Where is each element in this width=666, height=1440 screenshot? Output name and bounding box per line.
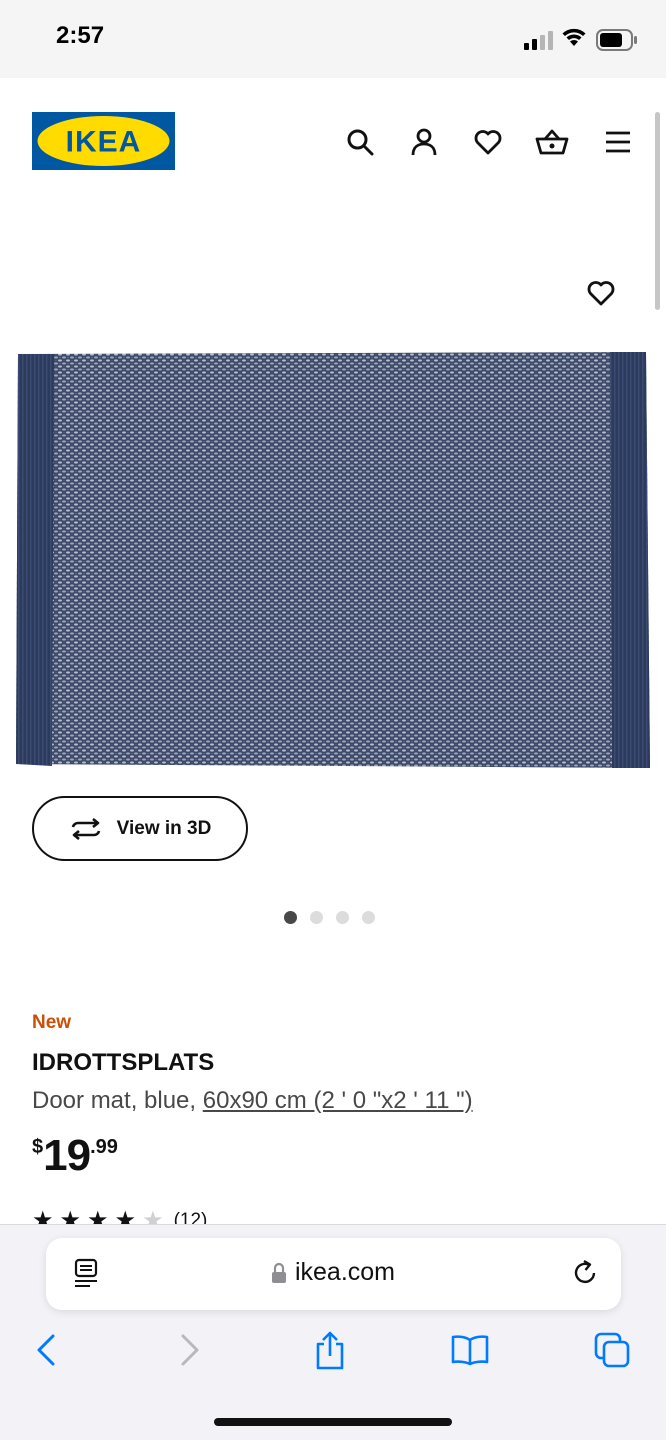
search-icon[interactable] (340, 122, 380, 162)
share-icon (316, 1331, 344, 1370)
product-name: IDROTTSPLATS (32, 1049, 215, 1076)
forward-button[interactable] (168, 1328, 212, 1372)
rotate-3d-icon (71, 817, 100, 840)
price-integer: 19 (43, 1131, 91, 1180)
product-price: $ 19 .99 (32, 1132, 118, 1180)
view-in-3d-label: View in 3D (116, 817, 212, 839)
price-currency: $ (32, 1136, 44, 1158)
view-in-3d-button[interactable]: View in 3D (32, 796, 248, 861)
battery-icon (596, 29, 637, 51)
bookmarks-icon (451, 1335, 489, 1366)
logo-text: IKEA (66, 126, 142, 159)
status-time: 2:57 (56, 22, 105, 49)
forward-icon (181, 1334, 199, 1366)
tabs-icon (594, 1332, 630, 1368)
cellular-signal-icon (524, 31, 553, 50)
carousel-dot[interactable] (284, 911, 297, 924)
price-decimal: .99 (90, 1136, 118, 1158)
carousel-dot[interactable] (362, 911, 375, 924)
tabs-button[interactable] (590, 1328, 634, 1372)
ikea-logo[interactable]: IKEA (32, 112, 175, 170)
add-to-favorites-button[interactable] (580, 272, 622, 314)
new-badge: New (32, 1012, 72, 1033)
scrollbar[interactable] (655, 112, 660, 310)
product-description: Door mat, blue, 60x90 cm (2 ' 0 "x2 ' 11… (32, 1087, 473, 1115)
lock-icon (271, 1262, 286, 1283)
carousel-dot[interactable] (310, 911, 323, 924)
account-icon[interactable] (404, 122, 444, 162)
home-indicator[interactable] (214, 1418, 452, 1426)
bookmarks-button[interactable] (448, 1328, 492, 1372)
cart-icon[interactable] (532, 122, 572, 162)
carousel-dot[interactable] (336, 911, 349, 924)
back-button[interactable] (24, 1328, 68, 1372)
wifi-icon (562, 28, 586, 46)
heart-icon (587, 281, 615, 306)
url-display[interactable]: ikea.com (0, 1258, 666, 1287)
url-text: ikea.com (294, 1258, 396, 1286)
back-icon (37, 1334, 55, 1366)
share-button[interactable] (308, 1328, 352, 1372)
favorites-icon[interactable] (468, 122, 508, 162)
product-image[interactable] (14, 350, 652, 770)
reload-icon[interactable] (570, 1258, 600, 1288)
image-carousel-indicator (284, 911, 375, 924)
menu-icon[interactable] (598, 122, 638, 162)
size-link[interactable]: 60x90 cm (2 ' 0 "x2 ' 11 ") (203, 1087, 473, 1114)
product-description-text: Door mat, blue, (32, 1087, 203, 1114)
